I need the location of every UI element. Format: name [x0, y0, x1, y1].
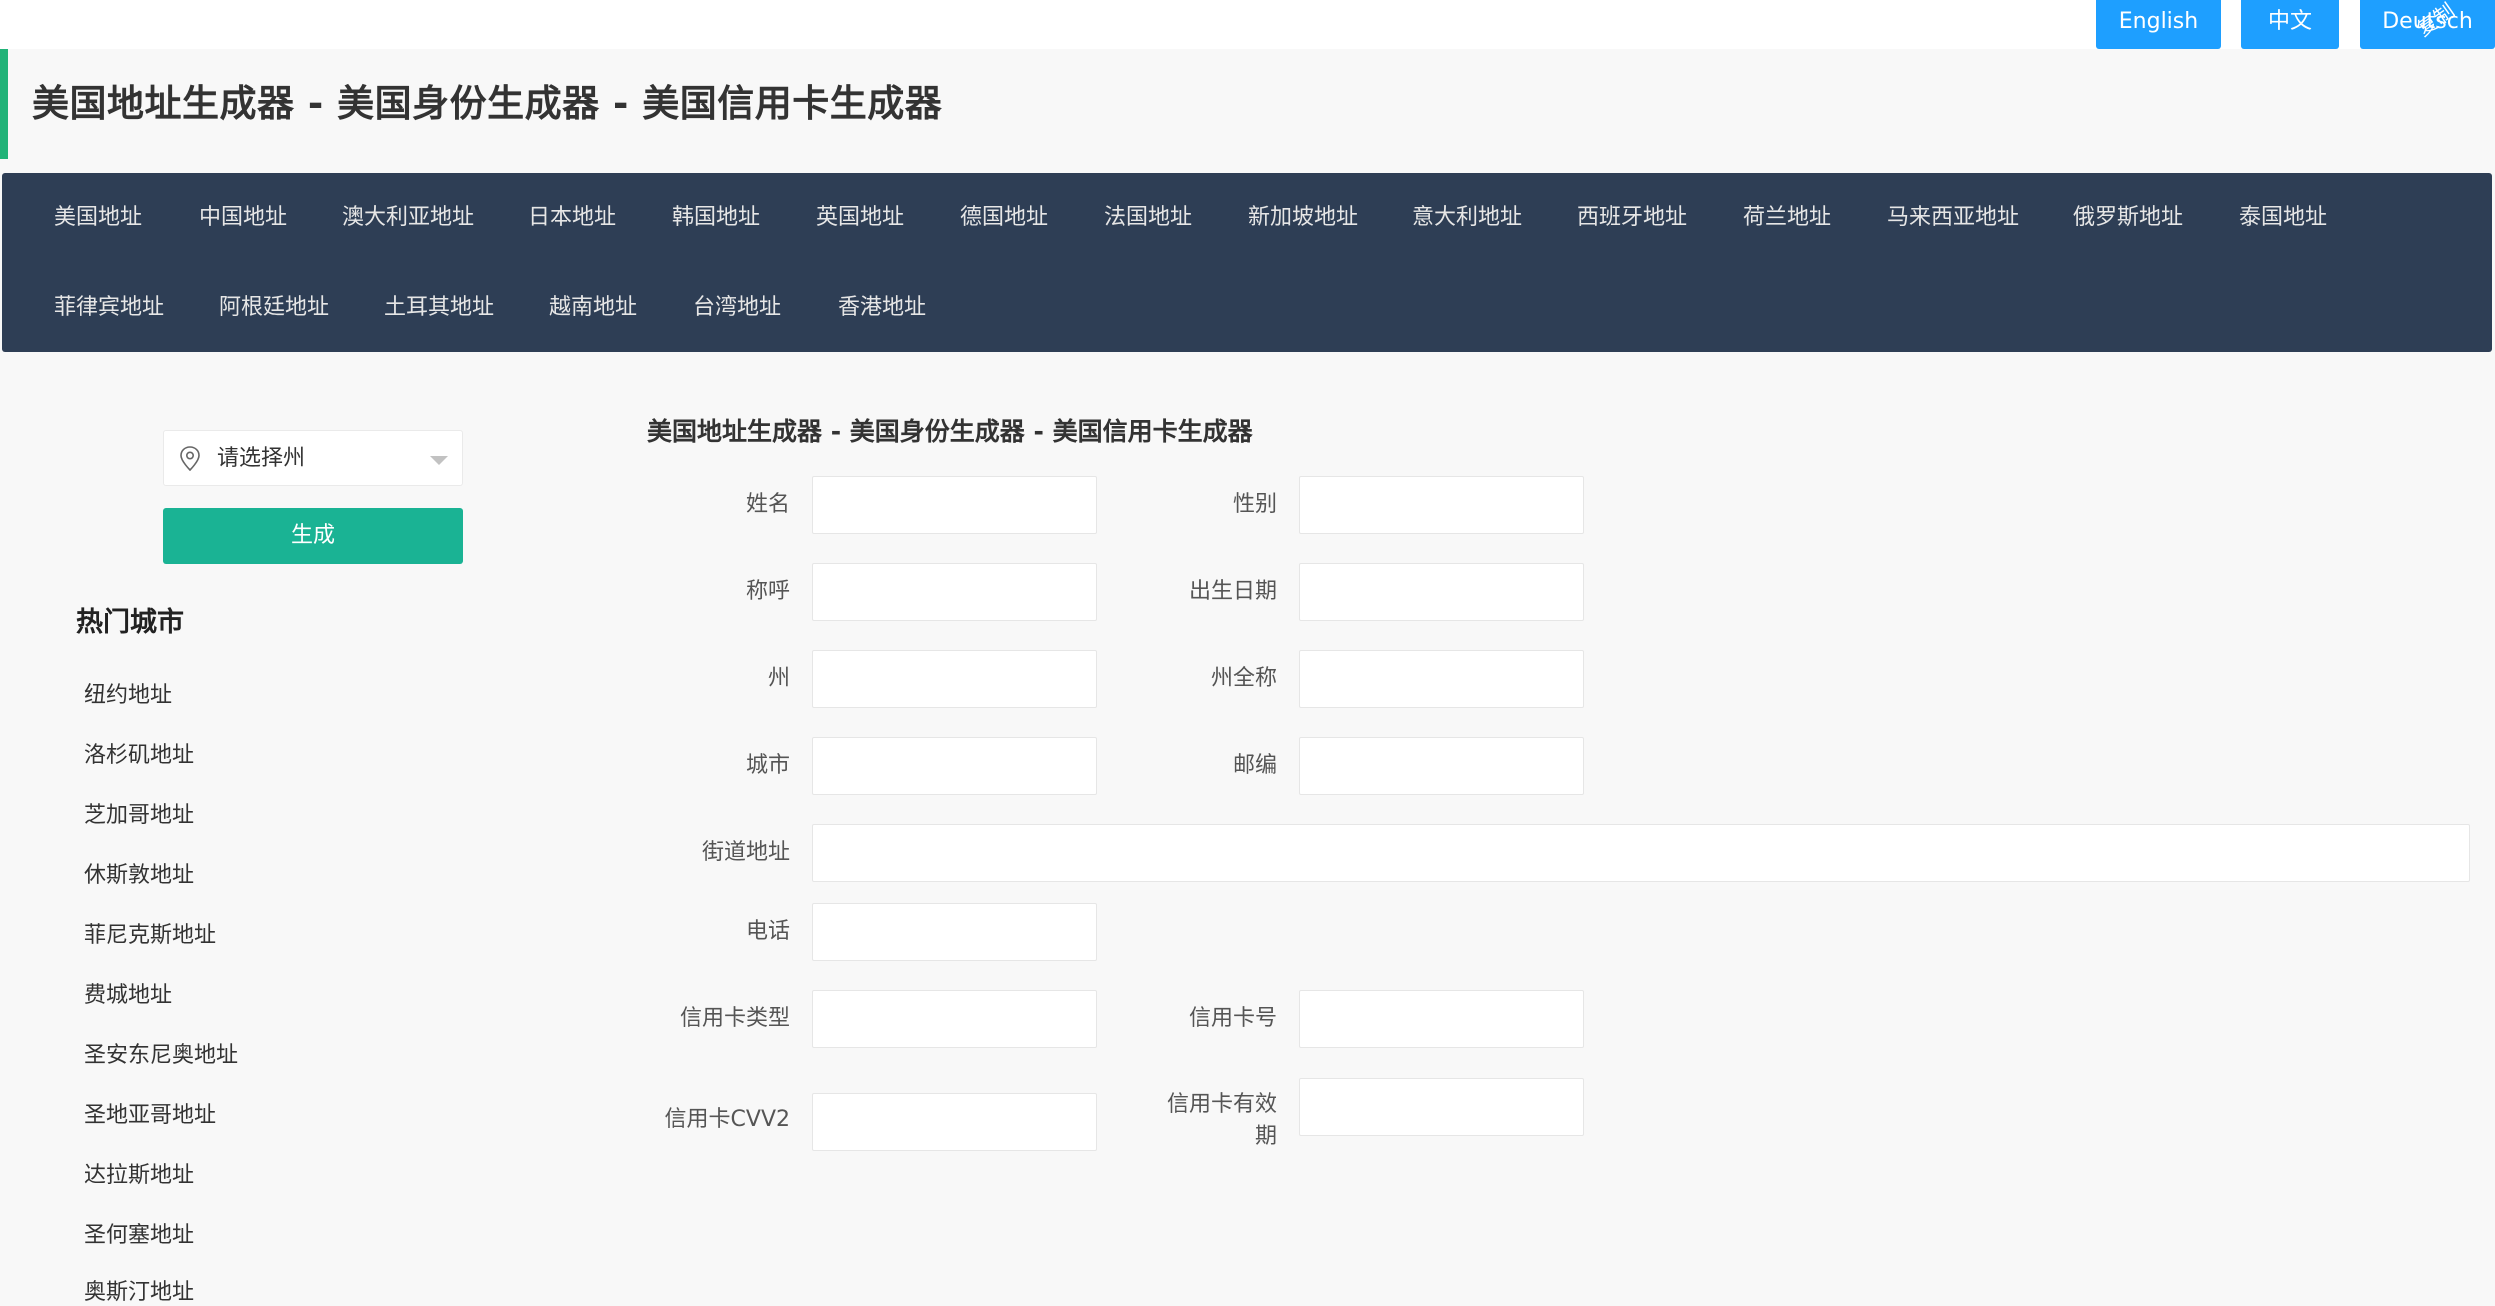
city-link-sanjose[interactable]: 圣何塞地址: [84, 1217, 194, 1249]
nav-item-china[interactable]: 中国地址: [199, 173, 287, 263]
nav-item-argentina[interactable]: 阿根廷地址: [219, 263, 329, 353]
phone-label: 电话: [745, 919, 790, 944]
nav-row-2: 菲律宾地址 阿根廷地址 土耳其地址 越南地址 台湾地址 香港地址: [2, 263, 2492, 353]
city-link-dallas[interactable]: 达拉斯地址: [84, 1157, 194, 1189]
cc-cvv-field[interactable]: [812, 1093, 1097, 1151]
language-bar: English 中文 Deutsch: [0, 0, 2495, 49]
state-select-placeholder: 请选择州: [217, 446, 306, 471]
cc-expiry-label-line1: 信用卡有效: [1166, 1092, 1277, 1117]
street-field[interactable]: [812, 824, 2470, 882]
page-title: 美国地址生成器 - 美国身份生成器 - 美国信用卡生成器: [32, 82, 943, 125]
nav-item-turkey[interactable]: 土耳其地址: [384, 263, 494, 353]
nav-item-spain[interactable]: 西班牙地址: [1577, 173, 1687, 263]
zip-field[interactable]: [1299, 737, 1584, 795]
birthday-field[interactable]: [1299, 563, 1584, 621]
nav-item-japan[interactable]: 日本地址: [528, 173, 616, 263]
cc-type-field[interactable]: [812, 990, 1097, 1048]
title-label: 称呼: [745, 579, 790, 604]
street-label: 街道地址: [701, 840, 790, 865]
city-label: 城市: [745, 753, 790, 778]
nav-item-france[interactable]: 法国地址: [1104, 173, 1192, 263]
chinese-button[interactable]: 中文: [2241, 0, 2339, 49]
city-link-houston[interactable]: 休斯敦地址: [84, 857, 194, 889]
english-button[interactable]: English: [2096, 0, 2221, 49]
cc-cvv-label: 信用卡CVV2: [664, 1107, 790, 1132]
hot-cities-title: 热门城市: [76, 607, 184, 638]
state-field[interactable]: [812, 650, 1097, 708]
nav-row-1: 美国地址 中国地址 澳大利亚地址 日本地址 韩国地址 英国地址 德国地址 法国地…: [2, 173, 2492, 263]
generate-button[interactable]: 生成: [163, 508, 463, 564]
city-link-losangeles[interactable]: 洛杉矶地址: [84, 737, 194, 769]
gender-label: 性别: [1232, 492, 1277, 517]
nav-item-singapore[interactable]: 新加坡地址: [1248, 173, 1358, 263]
city-link-philadelphia[interactable]: 费城地址: [84, 977, 172, 1009]
name-label: 姓名: [745, 492, 790, 517]
city-link-chicago[interactable]: 芝加哥地址: [84, 797, 194, 829]
state-select[interactable]: 请选择州: [163, 430, 463, 486]
state-full-field[interactable]: [1299, 650, 1584, 708]
nav-item-vietnam[interactable]: 越南地址: [549, 263, 637, 353]
city-field[interactable]: [812, 737, 1097, 795]
cc-type-label: 信用卡类型: [679, 1006, 790, 1031]
nav-item-germany[interactable]: 德国地址: [960, 173, 1048, 263]
country-nav: 美国地址 中国地址 澳大利亚地址 日本地址 韩国地址 英国地址 德国地址 法国地…: [2, 173, 2492, 352]
nav-item-uk[interactable]: 英国地址: [816, 173, 904, 263]
location-pin-icon: [180, 446, 200, 472]
name-field[interactable]: [812, 476, 1097, 534]
nav-item-philippines[interactable]: 菲律宾地址: [54, 263, 164, 353]
cc-number-label: 信用卡号: [1188, 1006, 1277, 1031]
phone-field[interactable]: [812, 903, 1097, 961]
chevron-down-icon: [430, 456, 448, 465]
nav-item-taiwan[interactable]: 台湾地址: [693, 263, 781, 353]
city-link-phoenix[interactable]: 菲尼克斯地址: [84, 917, 216, 949]
nav-item-thailand[interactable]: 泰国地址: [2239, 173, 2327, 263]
city-link-sanantonio[interactable]: 圣安东尼奥地址: [84, 1037, 238, 1069]
city-link-sandiego[interactable]: 圣地亚哥地址: [84, 1097, 216, 1129]
title-bar: 美国地址生成器 - 美国身份生成器 - 美国信用卡生成器: [0, 49, 2495, 159]
city-link-austin[interactable]: 奥斯汀地址: [84, 1274, 194, 1306]
cc-expiry-field[interactable]: [1299, 1078, 1584, 1136]
nav-item-hongkong[interactable]: 香港地址: [838, 263, 926, 353]
gender-field[interactable]: [1299, 476, 1584, 534]
cc-expiry-label: 信用卡有效 期: [1137, 1089, 1277, 1153]
cc-expiry-label-line2: 期: [1254, 1124, 1277, 1149]
title-field[interactable]: [812, 563, 1097, 621]
birthday-label: 出生日期: [1188, 579, 1277, 604]
cc-number-field[interactable]: [1299, 990, 1584, 1048]
nav-item-australia[interactable]: 澳大利亚地址: [342, 173, 474, 263]
city-link-newyork[interactable]: 纽约地址: [84, 677, 172, 709]
state-full-label: 州全称: [1210, 666, 1277, 691]
nav-item-italy[interactable]: 意大利地址: [1412, 173, 1522, 263]
state-label: 州: [767, 666, 790, 691]
nav-item-netherlands[interactable]: 荷兰地址: [1743, 173, 1831, 263]
zip-label: 邮编: [1232, 753, 1277, 778]
nav-item-malaysia[interactable]: 马来西亚地址: [1887, 173, 2019, 263]
nav-item-usa[interactable]: 美国地址: [54, 173, 142, 263]
nav-item-russia[interactable]: 俄罗斯地址: [2073, 173, 2183, 263]
form-title: 美国地址生成器 - 美国身份生成器 - 美国信用卡生成器: [647, 417, 1253, 446]
nav-item-korea[interactable]: 韩国地址: [672, 173, 760, 263]
